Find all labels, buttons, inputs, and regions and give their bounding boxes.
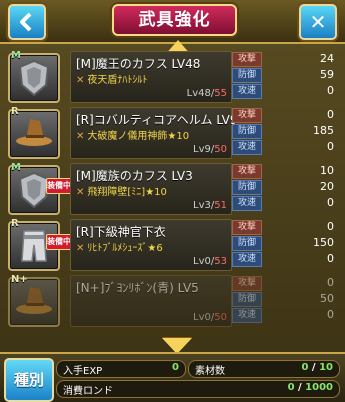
item-name: [N+]ﾌﾞﾖﾝﾘﾎﾞﾝ(青) LV5 bbox=[76, 281, 199, 295]
defense-label: 防御 bbox=[232, 180, 262, 195]
exp-label: 入手EXP bbox=[63, 366, 103, 377]
list-item[interactable]: M 装備中 [M]魔族のカフス LV3 ✕ 飛翔障壁[ﾐﾆ]★10 Lv3/51 … bbox=[4, 160, 341, 216]
item-level: Lv9/50 bbox=[193, 144, 227, 155]
back-button[interactable] bbox=[8, 4, 46, 40]
item-skill: ✕ 夜天盾ﾅﾊﾄｼﾙﾄ bbox=[76, 75, 148, 86]
cost-label: 消費ロンド bbox=[63, 386, 113, 397]
rarity-badge: R bbox=[11, 106, 19, 117]
rarity-badge: R bbox=[11, 218, 19, 229]
item-stats: 攻撃 10 防御 20 攻速 0 bbox=[232, 163, 340, 213]
item-stats: 攻撃 0 防御 185 攻速 0 bbox=[232, 107, 340, 157]
equipped-badge: 装備中 bbox=[46, 178, 72, 194]
defense-value: 185 bbox=[313, 124, 334, 137]
rarity-badge: M bbox=[11, 50, 21, 61]
defense-label: 防御 bbox=[232, 124, 262, 139]
back-arrow-icon bbox=[20, 12, 32, 32]
equipment-list[interactable]: M [M]魔王のカフス LV48 ✕ 夜天盾ﾅﾊﾄｼﾙﾄ Lv48/55 攻撃 24… bbox=[4, 48, 341, 340]
item-name: [R]コバルティコアヘルム LV9 bbox=[76, 113, 238, 127]
attack-label: 攻撃 bbox=[232, 276, 262, 291]
exp-value: 0 bbox=[172, 362, 179, 373]
defense-label: 防御 bbox=[232, 236, 262, 251]
item-name: [M]魔族のカフス LV3 bbox=[76, 169, 193, 183]
skill-cross-icon: ✕ bbox=[76, 75, 85, 86]
cost-pill: 消費ロンド 0 / 1000 bbox=[56, 380, 340, 398]
material-pill: 素材数 0 / 10 bbox=[188, 360, 340, 378]
equipped-badge: 装備中 bbox=[46, 234, 72, 250]
item-info: [N+]ﾌﾞﾖﾝﾘﾎﾞﾝ(青) LV5 Lv0/50 bbox=[70, 275, 232, 327]
material-label: 素材数 bbox=[195, 366, 225, 377]
speed-label: 攻速 bbox=[232, 84, 262, 99]
item-level: Lv0/53 bbox=[193, 256, 227, 267]
item-level: Lv3/51 bbox=[193, 200, 227, 211]
hat-icon bbox=[16, 119, 52, 146]
speed-label: 攻速 bbox=[232, 308, 262, 323]
attack-label: 攻撃 bbox=[232, 52, 262, 67]
defense-label: 防御 bbox=[232, 68, 262, 83]
page-title: 武具強化 bbox=[112, 4, 237, 36]
attack-value: 0 bbox=[327, 108, 334, 121]
speed-value: 0 bbox=[327, 252, 334, 265]
exp-pill: 入手EXP 0 bbox=[56, 360, 186, 378]
item-skill: ✕ ﾘﾋﾄﾌﾞﾙﾒｼｭｰｽﾞ★6 bbox=[76, 243, 163, 254]
attack-label: 攻撃 bbox=[232, 220, 262, 235]
rarity-badge: N+ bbox=[11, 274, 28, 285]
speed-value: 0 bbox=[327, 84, 334, 97]
attack-value: 24 bbox=[320, 52, 334, 65]
list-item[interactable]: M [M]魔王のカフス LV48 ✕ 夜天盾ﾅﾊﾄｼﾙﾄ Lv48/55 攻撃 24… bbox=[4, 48, 341, 104]
item-stats: 攻撃 24 防御 59 攻速 0 bbox=[232, 51, 340, 101]
material-value: 0 / 10 bbox=[301, 362, 333, 373]
speed-label: 攻速 bbox=[232, 252, 262, 267]
skill-cross-icon: ✕ bbox=[76, 131, 85, 142]
attack-value: 0 bbox=[327, 276, 334, 289]
attack-label: 攻撃 bbox=[232, 164, 262, 179]
close-button[interactable]: ✕ bbox=[299, 4, 337, 40]
item-stats: 攻撃 0 防御 50 攻速 0 bbox=[232, 275, 340, 325]
speed-value: 0 bbox=[327, 308, 334, 321]
defense-value: 20 bbox=[320, 180, 334, 193]
rarity-badge: M bbox=[11, 162, 21, 173]
close-icon: ✕ bbox=[309, 10, 327, 34]
list-item[interactable]: R [R]コバルティコアヘルム LV9 ✕ 大破魔ノ儀用神飾★10 Lv9/50 … bbox=[4, 104, 341, 160]
enhance-screen: 武具強化 ✕ M [M]魔王のカフス LV48 ✕ 夜天盾ﾅﾊﾄｼﾙﾄ Lv48/… bbox=[0, 0, 345, 402]
speed-label: 攻速 bbox=[232, 140, 262, 155]
item-info: [M]魔王のカフス LV48 ✕ 夜天盾ﾅﾊﾄｼﾙﾄ Lv48/55 bbox=[70, 51, 232, 103]
hat-icon bbox=[16, 287, 52, 314]
item-info: [R]コバルティコアヘルム LV9 ✕ 大破魔ノ儀用神飾★10 Lv9/50 bbox=[70, 107, 238, 159]
header-bar: 武具強化 ✕ bbox=[0, 0, 345, 44]
item-level: Lv48/55 bbox=[186, 88, 227, 99]
item-name: [R]下級神官下衣 bbox=[76, 225, 166, 239]
speed-value: 0 bbox=[327, 196, 334, 209]
defense-label: 防御 bbox=[232, 292, 262, 307]
item-info: [R]下級神官下衣 ✕ ﾘﾋﾄﾌﾞﾙﾒｼｭｰｽﾞ★6 Lv0/53 bbox=[70, 219, 232, 271]
attack-label: 攻撃 bbox=[232, 108, 262, 123]
attack-value: 0 bbox=[327, 220, 334, 233]
attack-value: 10 bbox=[320, 164, 334, 177]
speed-label: 攻速 bbox=[232, 196, 262, 211]
item-info: [M]魔族のカフス LV3 ✕ 飛翔障壁[ﾐﾆ]★10 Lv3/51 bbox=[70, 163, 232, 215]
item-skill: ✕ 飛翔障壁[ﾐﾆ]★10 bbox=[76, 187, 167, 198]
item-level: Lv0/50 bbox=[193, 312, 227, 323]
list-item[interactable]: R 装備中 [R]下級神官下衣 ✕ ﾘﾋﾄﾌﾞﾙﾒｼｭｰｽﾞ★6 Lv0/53 攻… bbox=[4, 216, 341, 272]
defense-value: 50 bbox=[320, 292, 334, 305]
item-name: [M]魔王のカフス LV48 bbox=[76, 57, 201, 71]
list-item[interactable]: N+ [N+]ﾌﾞﾖﾝﾘﾎﾞﾝ(青) LV5 Lv0/50 攻撃 0 防御 50 攻… bbox=[4, 272, 341, 328]
skill-cross-icon: ✕ bbox=[76, 243, 85, 254]
item-skill: ✕ 大破魔ノ儀用神飾★10 bbox=[76, 131, 190, 142]
speed-value: 0 bbox=[327, 140, 334, 153]
cost-value: 0 / 1000 bbox=[287, 382, 333, 393]
footer-panel: 種別 入手EXP 0 素材数 0 / 10 消費ロンド 0 / 1000 bbox=[0, 352, 345, 402]
defense-value: 150 bbox=[313, 236, 334, 249]
skill-cross-icon: ✕ bbox=[76, 187, 85, 198]
kind-filter-button[interactable]: 種別 bbox=[4, 358, 54, 402]
shield-icon bbox=[18, 59, 50, 97]
defense-value: 59 bbox=[320, 68, 334, 81]
item-stats: 攻撃 0 防御 150 攻速 0 bbox=[232, 219, 340, 269]
